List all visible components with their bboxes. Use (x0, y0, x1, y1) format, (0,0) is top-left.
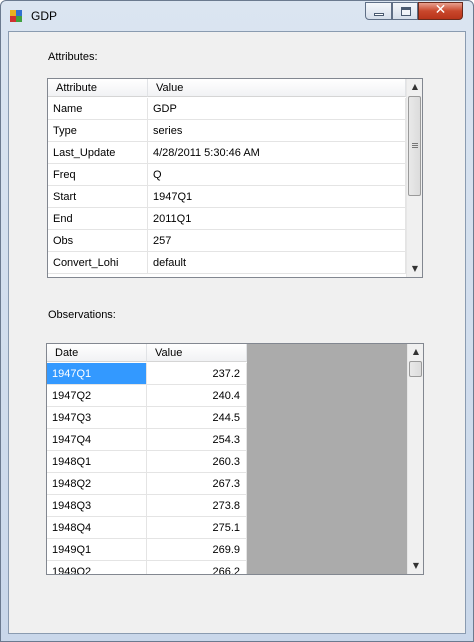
attribute-name-cell[interactable]: Last_Update (48, 142, 148, 164)
attribute-name-cell[interactable]: Name (48, 98, 148, 120)
date-cell[interactable]: 1947Q2 (47, 385, 147, 407)
attribute-name-cell[interactable]: Freq (48, 164, 148, 186)
obs-col-header-date[interactable]: Date (47, 344, 147, 362)
table-row[interactable]: 1947Q1 237.2 (47, 363, 247, 385)
observations-label: Observations: (48, 309, 116, 321)
value-cell[interactable]: 266.2 (147, 561, 247, 574)
table-row[interactable]: 1949Q1 269.9 (47, 539, 247, 561)
table-row[interactable]: 1947Q2 240.4 (47, 385, 247, 407)
table-row[interactable]: 1947Q4 254.3 (47, 429, 247, 451)
value-cell[interactable]: 254.3 (147, 429, 247, 451)
attr-scroll-thumb[interactable] (408, 96, 421, 196)
attribute-value-cell[interactable]: 1947Q1 (148, 186, 406, 208)
obs-col-header-value[interactable]: Value (147, 344, 247, 362)
obs-scroll-thumb[interactable] (409, 361, 422, 377)
scroll-up-icon[interactable]: ▲ (407, 79, 422, 95)
table-row[interactable]: Obs 257 (48, 230, 406, 252)
app-icon (10, 10, 23, 23)
attribute-value-cell[interactable]: 257 (148, 230, 406, 252)
table-row[interactable]: Convert_Lohi default (48, 252, 406, 274)
close-button[interactable]: ✕ (418, 2, 463, 20)
table-row[interactable]: 1948Q1 260.3 (47, 451, 247, 473)
table-row[interactable]: 1948Q3 273.8 (47, 495, 247, 517)
grid-empty-area (247, 344, 407, 574)
table-row[interactable]: Name GDP (48, 98, 406, 120)
scroll-down-icon[interactable]: ▼ (408, 558, 423, 574)
date-cell[interactable]: 1947Q1 (47, 363, 147, 385)
attribute-value-cell[interactable]: default (148, 252, 406, 274)
attribute-name-cell[interactable]: Start (48, 186, 148, 208)
maximize-icon (401, 7, 411, 16)
table-row[interactable]: Type series (48, 120, 406, 142)
obs-vertical-scrollbar[interactable]: ▲ ▼ (407, 344, 423, 574)
table-row[interactable]: Freq Q (48, 164, 406, 186)
value-cell[interactable]: 244.5 (147, 407, 247, 429)
app-window: GDP ✕ Attributes: Attribute Value Name GD… (0, 0, 474, 642)
value-cell[interactable]: 267.3 (147, 473, 247, 495)
attribute-name-cell[interactable]: Type (48, 120, 148, 142)
attribute-name-cell[interactable]: End (48, 208, 148, 230)
value-cell[interactable]: 237.2 (147, 363, 247, 385)
attr-col-header-value[interactable]: Value (148, 79, 406, 97)
client-area: Attributes: Attribute Value Name GDP Type s… (8, 31, 466, 634)
value-cell[interactable]: 240.4 (147, 385, 247, 407)
attribute-name-cell[interactable]: Convert_Lohi (48, 252, 148, 274)
attribute-value-cell[interactable]: 4/28/2011 5:30:46 AM (148, 142, 406, 164)
minimize-icon (374, 13, 384, 16)
table-row[interactable]: 1947Q3 244.5 (47, 407, 247, 429)
date-cell[interactable]: 1947Q4 (47, 429, 147, 451)
date-cell[interactable]: 1949Q1 (47, 539, 147, 561)
window-title: GDP (31, 9, 58, 23)
date-cell[interactable]: 1948Q2 (47, 473, 147, 495)
table-row[interactable]: 1949Q2 266.2 (47, 561, 247, 574)
date-cell[interactable]: 1948Q3 (47, 495, 147, 517)
attributes-grid[interactable]: Attribute Value Name GDP Type series Last_Up… (47, 78, 423, 278)
value-cell[interactable]: 273.8 (147, 495, 247, 517)
date-cell[interactable]: 1949Q2 (47, 561, 147, 574)
date-cell[interactable]: 1948Q4 (47, 517, 147, 539)
attribute-value-cell[interactable]: GDP (148, 98, 406, 120)
attributes-label: Attributes: (48, 51, 98, 63)
scroll-down-icon[interactable]: ▼ (407, 261, 422, 277)
maximize-button[interactable] (392, 2, 418, 20)
table-row[interactable]: End 2011Q1 (48, 208, 406, 230)
attribute-name-cell[interactable]: Obs (48, 230, 148, 252)
scroll-up-icon[interactable]: ▲ (408, 344, 423, 360)
date-cell[interactable]: 1948Q1 (47, 451, 147, 473)
table-row[interactable]: Start 1947Q1 (48, 186, 406, 208)
attribute-value-cell[interactable]: 2011Q1 (148, 208, 406, 230)
attribute-value-cell[interactable]: series (148, 120, 406, 142)
table-row[interactable]: Last_Update 4/28/2011 5:30:46 AM (48, 142, 406, 164)
minimize-button[interactable] (365, 2, 392, 20)
attr-col-header-attribute[interactable]: Attribute (48, 79, 148, 97)
attribute-value-cell[interactable]: Q (148, 164, 406, 186)
attr-vertical-scrollbar[interactable]: ▲ ▼ (406, 79, 422, 277)
table-row[interactable]: 1948Q2 267.3 (47, 473, 247, 495)
value-cell[interactable]: 260.3 (147, 451, 247, 473)
table-row[interactable]: 1948Q4 275.1 (47, 517, 247, 539)
title-bar[interactable]: GDP ✕ (1, 1, 473, 31)
value-cell[interactable]: 269.9 (147, 539, 247, 561)
close-icon: ✕ (434, 2, 447, 18)
date-cell[interactable]: 1947Q3 (47, 407, 147, 429)
observations-grid[interactable]: Date Value 1947Q1 237.2 1947Q2 240.4 1947Q3 2… (46, 343, 424, 575)
value-cell[interactable]: 275.1 (147, 517, 247, 539)
